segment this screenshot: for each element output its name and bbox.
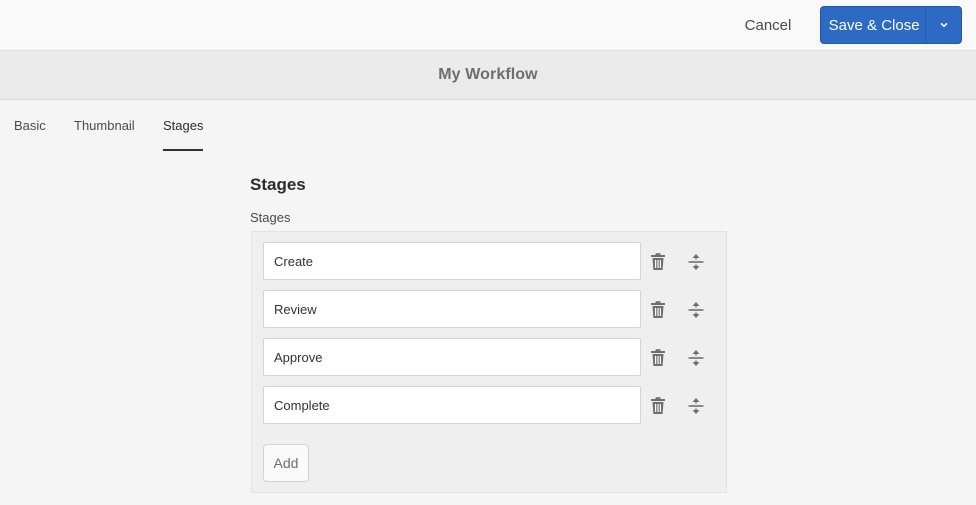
- delete-stage-button[interactable]: [647, 299, 669, 321]
- stage-input[interactable]: [263, 290, 641, 328]
- stage-row: [263, 338, 713, 376]
- page-title: My Workflow: [438, 66, 538, 83]
- reorder-icon: [688, 350, 704, 366]
- stage-row: [263, 290, 713, 328]
- section-heading: Stages: [250, 175, 306, 194]
- tab-list: Basic Thumbnail Stages: [0, 100, 976, 152]
- delete-stage-button[interactable]: [647, 347, 669, 369]
- save-close-button[interactable]: Save & Close: [821, 7, 925, 43]
- title-bar: My Workflow: [0, 51, 976, 100]
- reorder-handle[interactable]: [685, 251, 707, 273]
- stages-field-label: Stages: [250, 210, 291, 225]
- stage-input[interactable]: [263, 242, 641, 280]
- stage-row: [263, 386, 713, 424]
- tab-basic[interactable]: Basic: [14, 100, 46, 150]
- reorder-icon: [688, 302, 704, 318]
- delete-stage-button[interactable]: [647, 395, 669, 417]
- action-bar: Cancel Save & Close: [0, 0, 976, 51]
- cancel-button[interactable]: Cancel: [732, 8, 804, 42]
- trash-icon: [651, 301, 665, 318]
- stage-input[interactable]: [263, 386, 641, 424]
- stage-input[interactable]: [263, 338, 641, 376]
- reorder-handle[interactable]: [685, 395, 707, 417]
- save-button-group: Save & Close: [820, 6, 962, 44]
- reorder-handle[interactable]: [685, 347, 707, 369]
- tab-thumbnail[interactable]: Thumbnail: [74, 100, 135, 150]
- reorder-handle[interactable]: [685, 299, 707, 321]
- trash-icon: [651, 349, 665, 366]
- reorder-icon: [688, 254, 704, 270]
- reorder-icon: [688, 398, 704, 414]
- add-stage-button[interactable]: Add: [263, 444, 309, 482]
- trash-icon: [651, 397, 665, 414]
- stage-row: [263, 242, 713, 280]
- tab-stages[interactable]: Stages: [163, 100, 204, 151]
- chevron-down-icon: [940, 23, 947, 28]
- trash-icon: [651, 253, 665, 270]
- delete-stage-button[interactable]: [647, 251, 669, 273]
- save-options-dropdown[interactable]: [925, 7, 961, 43]
- stages-multifield: Add: [251, 231, 727, 493]
